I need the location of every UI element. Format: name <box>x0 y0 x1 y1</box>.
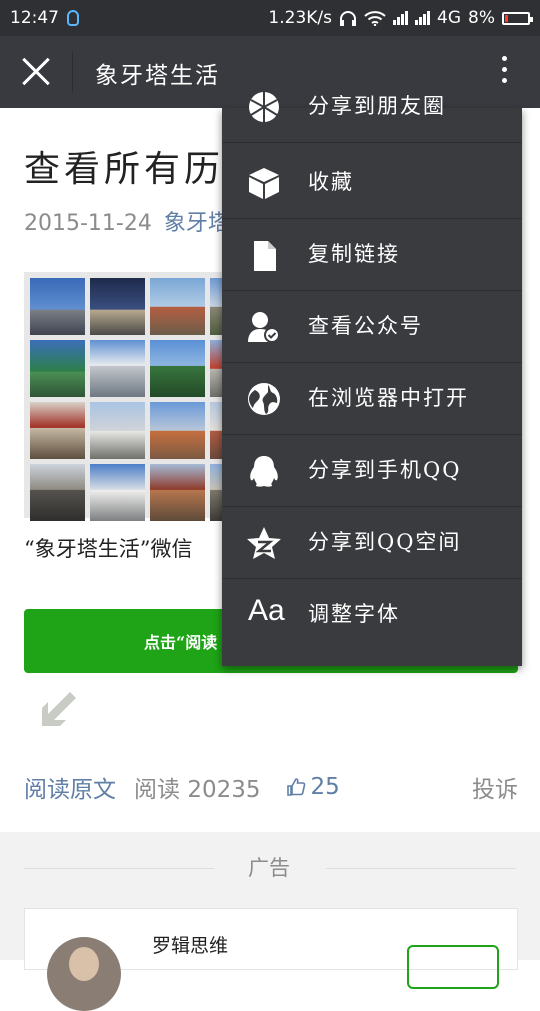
photo-tile <box>90 402 145 459</box>
signal-icon-2 <box>415 11 431 25</box>
ad-label: 广告 <box>248 856 290 880</box>
ad-card[interactable]: 罗辑思维 <box>24 908 518 1011</box>
photo-tile <box>150 340 205 397</box>
menu-label: 分享到手机QQ <box>308 458 462 482</box>
menu-label: 复制链接 <box>308 242 400 266</box>
network-type: 4G <box>437 8 462 28</box>
menu-item-share-qq[interactable]: 分享到手机QQ <box>222 434 522 507</box>
official-account-icon <box>248 312 280 343</box>
menu-item-view-official-account[interactable]: 查看公众号 <box>222 290 522 363</box>
favorite-cube-icon <box>249 168 279 199</box>
article-caption: “象牙塔生活”微信 <box>24 537 193 561</box>
wifi-icon <box>364 11 386 26</box>
article-footer: 阅读原文 阅读 20235 25 投诉 <box>24 770 518 804</box>
status-indicators: 1.23K/s 4G 8% <box>268 8 533 28</box>
battery-percent: 8% <box>468 8 495 28</box>
ad-account-name: 罗辑思维 <box>152 935 229 957</box>
photo-tile <box>30 340 85 397</box>
photo-tile <box>150 278 205 335</box>
photo-tile <box>30 278 85 335</box>
menu-label: 分享到朋友圈 <box>308 94 446 118</box>
menu-label: 查看公众号 <box>308 314 423 338</box>
ad-divider-right <box>326 868 516 869</box>
photo-tile <box>90 278 145 335</box>
banner-button-text: 点击“阅读 <box>144 633 218 652</box>
menu-item-favorite[interactable]: 收藏 <box>222 146 522 219</box>
report-link[interactable]: 投诉 <box>472 770 518 804</box>
menu-item-share-moments[interactable]: 分享到朋友圈 <box>222 70 522 143</box>
menu-label: 调整字体 <box>308 602 400 626</box>
menu-item-adjust-font[interactable]: Aa 调整字体 <box>222 578 522 650</box>
campus-photo-collage[interactable] <box>24 272 265 521</box>
qzone-star-icon <box>247 527 281 559</box>
like-count: 25 <box>310 774 340 800</box>
read-count: 阅读 20235 <box>134 770 260 804</box>
font-size-icon: Aa <box>248 594 285 627</box>
arrow-down-left-icon <box>42 692 76 726</box>
photo-tile <box>150 464 205 521</box>
read-original-link[interactable]: 阅读原文 <box>24 770 116 804</box>
battery-icon <box>502 11 533 25</box>
menu-item-open-in-browser[interactable]: 在浏览器中打开 <box>222 362 522 435</box>
read-count-label: 阅读 <box>134 777 180 803</box>
menu-item-share-qzone[interactable]: 分享到QQ空间 <box>222 506 522 579</box>
copy-link-icon <box>254 241 276 271</box>
qq-penguin-icon <box>250 456 278 487</box>
status-time: 12:47 <box>10 8 59 28</box>
ad-avatar <box>47 937 121 1011</box>
thumbs-up-icon <box>287 778 306 796</box>
page-title: 象牙塔生活 <box>95 63 220 89</box>
status-bar: 12:47 1.23K/s 4G 8% <box>0 0 540 36</box>
titlebar-divider <box>72 52 73 92</box>
qq-notification-icon <box>67 10 79 26</box>
menu-label: 收藏 <box>308 170 354 194</box>
photo-tile <box>90 340 145 397</box>
photo-tile <box>150 402 205 459</box>
photo-tile <box>30 402 85 459</box>
ad-divider-left <box>24 868 214 869</box>
moments-icon <box>249 92 279 122</box>
ad-follow-button[interactable] <box>407 945 499 989</box>
network-speed: 1.23K/s <box>268 8 333 28</box>
share-menu: 分享到朋友圈 收藏 复制链接 查看公众号 在浏览器中打开 分享到手机QQ 分享到… <box>222 92 522 666</box>
article-author-link[interactable]: 象牙塔 <box>164 211 230 236</box>
menu-label: 在浏览器中打开 <box>308 386 469 410</box>
menu-item-copy-link[interactable]: 复制链接 <box>222 218 522 291</box>
photo-tile <box>30 464 85 521</box>
menu-label: 分享到QQ空间 <box>308 530 462 554</box>
read-count-value: 20235 <box>187 777 261 803</box>
photo-tile <box>90 464 145 521</box>
close-icon[interactable] <box>20 56 52 88</box>
ad-section: 广告 罗辑思维 <box>0 832 540 1011</box>
article-date: 2015-11-24 <box>24 211 152 236</box>
signal-icon <box>393 11 409 25</box>
article-meta: 2015-11-24 象牙塔 <box>24 205 230 237</box>
headphones-icon <box>340 11 357 26</box>
globe-icon <box>248 383 280 415</box>
like-button[interactable]: 25 <box>286 774 340 800</box>
